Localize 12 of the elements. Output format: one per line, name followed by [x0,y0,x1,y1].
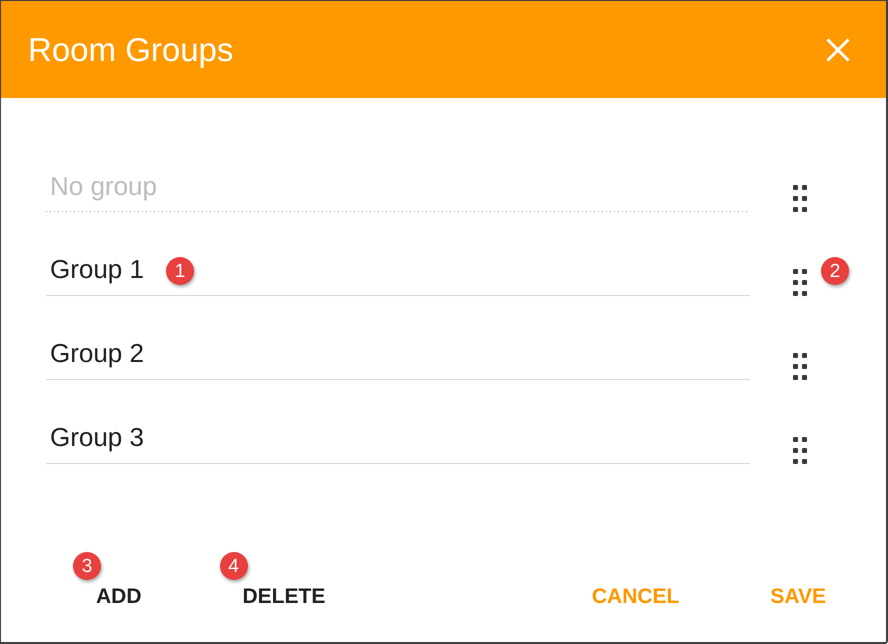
drag-handle-icon[interactable] [793,353,807,380]
drag-handle-icon[interactable] [793,269,807,296]
callout-number: 3 [73,552,101,580]
group-name-field[interactable]: Group 2 [46,328,750,380]
close-icon [826,38,850,62]
group-name-field[interactable]: Group 3 [46,412,750,464]
drag-handle-icon[interactable] [793,437,807,464]
dialog-title: Room Groups [28,30,234,68]
callout-number: 1 [166,257,194,285]
callout-number: 4 [220,552,248,580]
callout-number: 2 [821,257,849,285]
drag-handle-icon[interactable] [793,185,807,212]
